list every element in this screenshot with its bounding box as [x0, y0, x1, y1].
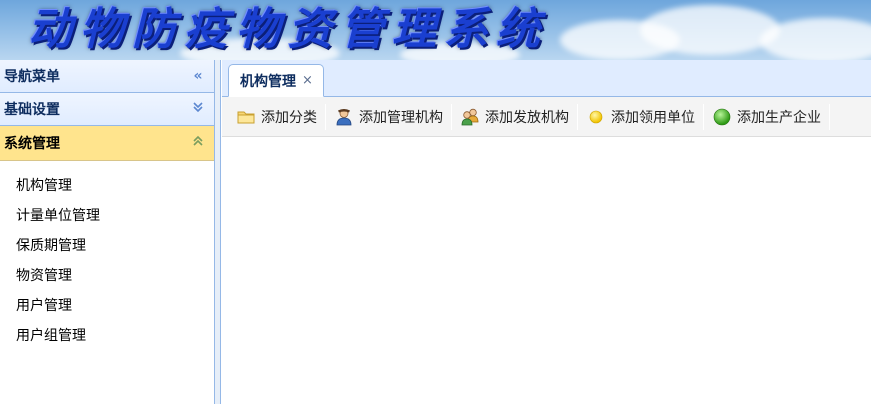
green-dot-icon — [712, 107, 732, 127]
section-system-management[interactable]: 系统管理 — [0, 126, 214, 161]
users-icon — [460, 107, 480, 127]
sidebar-item-unit-management[interactable]: 计量单位管理 — [16, 201, 214, 231]
double-chevron-left-icon[interactable]: « — [190, 68, 206, 84]
sidebar-item-org-management[interactable]: 机构管理 — [16, 171, 214, 201]
nav-list: 机构管理 计量单位管理 保质期管理 物资管理 用户管理 用户组管理 — [0, 161, 214, 351]
splitter-handle[interactable] — [215, 60, 221, 404]
tab-org-management[interactable]: 机构管理 × — [228, 64, 324, 97]
tab-bar: 机构管理 × — [222, 60, 871, 97]
sidebar-item-usergroup-management[interactable]: 用户组管理 — [16, 321, 214, 351]
section-label: 系统管理 — [4, 136, 60, 152]
toolbar: 添加分类 添加管理机构 添加发放机构 添加领用单位 添加生产企业 — [222, 97, 871, 137]
button-label: 添加管理机构 — [359, 109, 443, 126]
user-icon — [334, 107, 354, 127]
add-recipient-unit-button[interactable]: 添加领用单位 — [578, 102, 703, 132]
navigation-sidebar: 导航菜单 « 基础设置 系统管理 机构管理 计量单位管理 保质期管理 物资管理 … — [0, 60, 215, 404]
button-label: 添加分类 — [261, 109, 317, 126]
sidebar-item-material-management[interactable]: 物资管理 — [16, 261, 214, 291]
add-management-org-button[interactable]: 添加管理机构 — [326, 102, 451, 132]
banner-cloud — [640, 5, 780, 55]
sidebar-item-user-management[interactable]: 用户管理 — [16, 291, 214, 321]
button-label: 添加生产企业 — [737, 109, 821, 126]
sidebar-item-shelf-life-management[interactable]: 保质期管理 — [16, 231, 214, 261]
nav-menu-title: 导航菜单 — [4, 69, 60, 85]
button-label: 添加领用单位 — [611, 109, 695, 126]
add-manufacturer-button[interactable]: 添加生产企业 — [704, 102, 829, 132]
yellow-dot-icon — [586, 107, 606, 127]
add-distribution-org-button[interactable]: 添加发放机构 — [452, 102, 577, 132]
toolbar-separator — [829, 103, 830, 130]
header-banner: 动物防疫物资管理系统 — [0, 0, 871, 60]
banner-cloud — [760, 18, 871, 60]
section-label: 基础设置 — [4, 102, 60, 118]
button-label: 添加发放机构 — [485, 109, 569, 126]
app-title: 动物防疫物资管理系统 — [28, 4, 548, 55]
double-chevron-up-icon[interactable] — [190, 135, 206, 151]
main-panel: 机构管理 × 添加分类 添加管理机构 添加发放机构 添加领用单位 添加生产企业 — [222, 60, 871, 404]
content-area — [222, 137, 871, 404]
tab-label: 机构管理 — [240, 73, 296, 90]
nav-menu-header[interactable]: 导航菜单 « — [0, 60, 214, 93]
close-icon[interactable]: × — [302, 73, 313, 88]
add-category-button[interactable]: 添加分类 — [228, 102, 325, 132]
section-basic-settings[interactable]: 基础设置 — [0, 93, 214, 126]
folder-icon — [236, 107, 256, 127]
double-chevron-down-icon[interactable] — [190, 101, 206, 117]
